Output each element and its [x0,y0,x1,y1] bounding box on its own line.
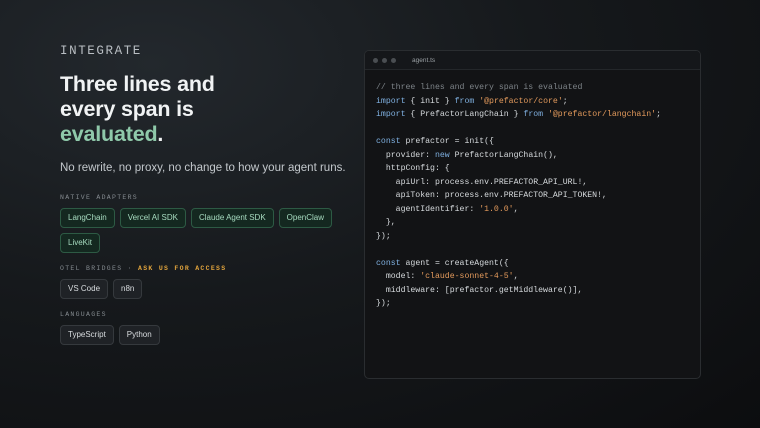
headline-period: . [157,122,164,146]
code-line: middleware: [prefactor.getMiddleware()], [376,284,661,298]
headline-line-1: Three lines and [60,72,215,96]
headline-line-2: every span is [60,97,194,121]
code-token: import [376,96,406,106]
otel-bridges-label: OTEL BRIDGES · ASK US FOR ACCESS [60,265,350,272]
code-line: const agent = createAgent({ [376,257,661,271]
code-token: httpConfig: { [376,164,450,173]
code-token: 'claude-sonnet-4-5' [420,272,514,281]
window-dot-icon [373,57,378,63]
code-token: prefactor = init({ [400,137,494,146]
code-token: agent = createAgent({ [400,258,509,268]
code-line: apiUrl: process.env.PREFACTOR_API_URL!, [376,176,661,190]
subline: No rewrite, no proxy, no change to how y… [60,162,346,174]
code-token: }, [376,218,396,227]
code-line: // three lines and every span is evaluat… [376,81,661,95]
code-token: }); [376,231,391,241]
access-note: ASK US FOR ACCESS [138,265,227,272]
code-line: const prefactor = init({ [376,135,661,149]
code-token: const [376,137,401,146]
code-token: ; [656,110,661,119]
window-dot-icon [382,57,387,63]
code-block: // three lines and every span is evaluat… [376,81,661,311]
headline: Three lines and every span is evaluated. [60,72,350,147]
languages-chips: TypeScript Python [60,325,350,345]
code-token: from [454,96,475,106]
window-dot-icon [391,57,396,63]
code-token: }); [376,299,391,308]
headline-accent: evaluated [60,122,158,146]
code-line: httpConfig: { [376,162,661,176]
eyebrow-label: INTEGRATE [60,44,142,58]
code-token: { PrefactorLangChain } [405,110,524,119]
code-token: provider: [376,150,435,160]
chip-n8n[interactable]: n8n [113,279,143,299]
native-adapters-chips: LangChain Vercel AI SDK Claude Agent SDK Op… [60,208,335,253]
code-token: ; [562,96,568,106]
code-token: , [513,204,519,214]
otel-bridges-title: OTEL BRIDGES · [60,265,139,272]
code-token: import [376,110,406,119]
chip-vercel-ai-sdk[interactable]: Vercel AI SDK [119,208,186,228]
chip-livekit[interactable]: LiveKit [60,233,101,253]
code-token: from [523,110,544,119]
intro-section: INTEGRATE Three lines and every span is … [60,44,350,345]
otel-bridges-chips: VS Code n8n [60,279,350,299]
chip-langchain[interactable]: LangChain [60,208,115,228]
native-adapters-group: NATIVE ADAPTERS LangChain Vercel AI SDK Cl… [60,194,350,253]
code-token: { init } [405,96,455,106]
code-line: model: 'claude-sonnet-4-5', [376,270,661,284]
code-panel-titlebar: agent.ts [365,51,700,70]
chip-openclaw[interactable]: OpenClaw [278,208,333,228]
code-panel: agent.ts // three lines and every span i… [364,50,701,379]
code-token: '@prefactor/core' [479,96,563,106]
code-line: import { init } from '@prefactor/core'; [376,95,661,109]
code-line: provider: new PrefactorLangChain(), [376,149,661,163]
code-line: }, [376,216,661,230]
code-token: middleware: [prefactor.getMiddleware()], [376,285,583,295]
code-token: PrefactorLangChain(), [449,150,558,160]
chip-python[interactable]: Python [118,325,160,345]
languages-group: LANGUAGES TypeScript Python [60,311,350,345]
code-line: agentIdentifier: '1.0.0', [376,203,661,217]
code-line: import { PrefactorLangChain } from '@pre… [376,108,661,122]
chip-vs-code[interactable]: VS Code [60,279,109,299]
code-token: model: [376,272,421,281]
code-token: apiToken: process.env.PREFACTOR_API_TOKE… [376,191,607,200]
chip-typescript[interactable]: TypeScript [60,325,114,345]
code-token: // three lines and every span is evaluat… [376,83,583,92]
code-filename: agent.ts [412,56,436,64]
code-token: apiUrl: process.env.PREFACTOR_API_URL!, [376,177,588,187]
native-adapters-label: NATIVE ADAPTERS [60,194,139,201]
code-line: }); [376,230,661,244]
otel-bridges-group: OTEL BRIDGES · ASK US FOR ACCESS VS Code… [60,265,350,299]
code-token: agentIdentifier: [376,204,480,214]
code-line: apiToken: process.env.PREFACTOR_API_TOKE… [376,189,661,203]
code-token: const [376,258,401,268]
code-token: new [434,150,450,160]
languages-label: LANGUAGES [60,311,107,318]
code-token: , [513,272,519,281]
code-line: }); [376,297,661,311]
code-token: '1.0.0' [479,204,514,214]
code-token: '@prefactor/langchain' [547,110,657,119]
chip-claude-agent-sdk[interactable]: Claude Agent SDK [190,208,274,228]
